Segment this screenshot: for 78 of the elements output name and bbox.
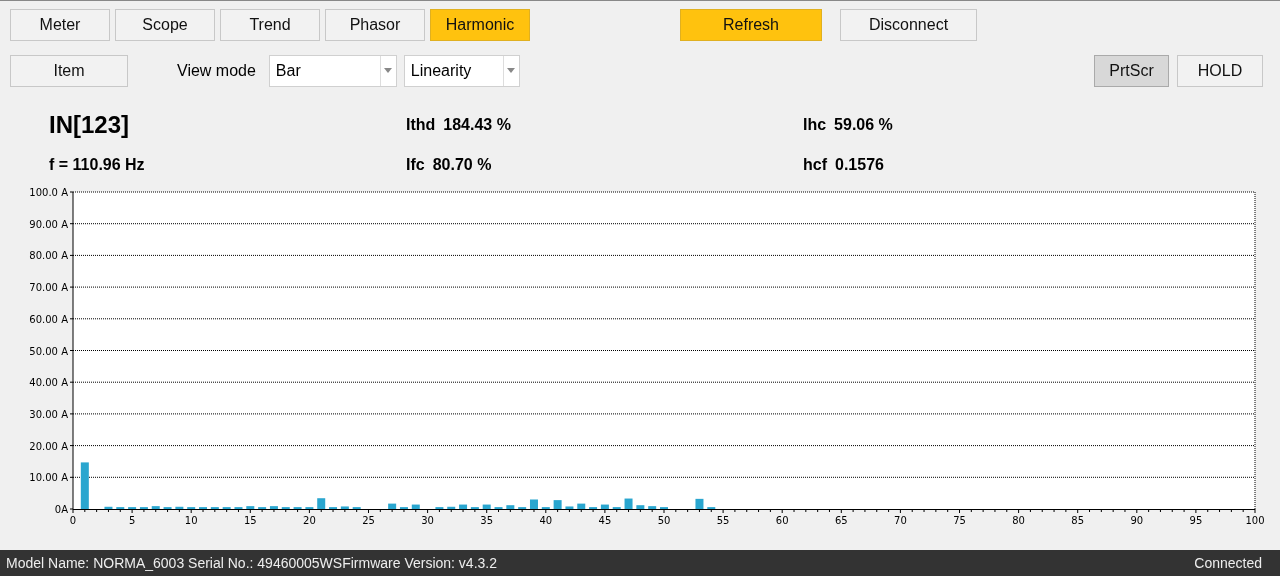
bar <box>447 506 456 509</box>
axis-label: 20 <box>303 515 316 526</box>
bar <box>411 504 420 509</box>
bar <box>482 504 491 509</box>
item-button[interactable]: Item <box>10 54 128 87</box>
dropdown-arrow-icon <box>507 68 516 73</box>
axis-label: 70 <box>894 515 907 526</box>
tab[interactable]: Scope <box>115 9 215 41</box>
axis-label: 50 <box>657 515 671 526</box>
axis-label: 45 <box>598 515 612 526</box>
device-info: Model Name: NORMA_6003 Serial No.: 49460005WSFirmware Version: v4.3.2 <box>6 553 497 573</box>
axis-label: 35 <box>480 515 494 526</box>
axis-label: 100 <box>1245 515 1265 526</box>
axis-label: 30 <box>421 515 434 526</box>
frequency-reading: f = 110.96 Hz <box>49 155 146 175</box>
bar <box>317 498 326 509</box>
axis-label: 5 <box>128 515 136 526</box>
metric-reading: Ithd 184.43 % <box>406 115 512 135</box>
bar <box>636 505 645 509</box>
axis-label: 70.00 A <box>29 282 68 294</box>
tab[interactable]: Harmonic <box>430 9 530 41</box>
axis-label: 10.00 A <box>29 472 68 484</box>
axis-label: 90 <box>1130 515 1144 526</box>
disconnect-button[interactable]: Disconnect <box>840 9 977 41</box>
axis-label: 30.00 A <box>29 408 68 420</box>
tab[interactable]: Meter <box>10 9 110 41</box>
axis-label: 80 <box>1012 515 1025 526</box>
axis-label: 75 <box>953 515 966 526</box>
axis-label: 0 <box>69 515 77 526</box>
dropdown[interactable]: Bar <box>268 54 397 87</box>
bar <box>506 505 515 509</box>
bar <box>577 503 586 509</box>
bar <box>459 504 468 509</box>
bar <box>648 506 657 509</box>
tab[interactable]: Trend <box>220 9 320 41</box>
bar <box>340 506 349 509</box>
axis-label: 40 <box>539 515 553 526</box>
print-screen-button[interactable]: PrtScr <box>1094 54 1169 87</box>
axis-label: 25 <box>362 515 375 526</box>
metric-reading: hcf 0.1576 <box>803 155 885 175</box>
axis-label: 40.00 A <box>29 377 68 389</box>
axis-label: 60.00 A <box>29 313 68 325</box>
bar <box>388 503 397 509</box>
axis-label: 60 <box>775 515 789 526</box>
axis-label: 20.00 A <box>29 440 68 452</box>
metric-reading: Ihc 59.06 % <box>803 115 894 135</box>
bar <box>624 498 633 509</box>
bar <box>553 500 562 509</box>
bar <box>104 506 113 509</box>
bar <box>269 506 278 509</box>
bar <box>695 498 704 509</box>
axis-label: 100.0 A <box>29 187 68 198</box>
bar <box>246 506 255 509</box>
axis-label: 95 <box>1189 515 1203 526</box>
refresh-button[interactable]: Refresh <box>680 9 822 41</box>
connection-status: Connected <box>1194 553 1262 573</box>
axis-label: 10 <box>184 515 198 526</box>
bar <box>600 504 609 509</box>
dropdown[interactable]: Linearity <box>403 54 520 87</box>
axis-label: 65 <box>834 515 848 526</box>
bar <box>80 462 89 509</box>
axis-label: 90.00 A <box>29 218 68 230</box>
metric-reading: Ifc 80.70 % <box>406 155 493 175</box>
hold-button[interactable]: HOLD <box>1177 54 1263 87</box>
bar <box>175 506 184 509</box>
channel-title: IN[123] <box>49 110 131 140</box>
axis-label: 80.00 A <box>29 250 68 262</box>
dropdown-arrow-icon <box>384 68 393 73</box>
bar <box>565 506 574 509</box>
tab[interactable]: Phasor <box>325 9 425 41</box>
view-mode-label: View mode <box>177 60 256 81</box>
axis-label: 55 <box>716 515 730 526</box>
bar <box>530 499 538 509</box>
axis-label: 15 <box>243 515 257 526</box>
axis-label: 85 <box>1071 515 1085 526</box>
bar <box>151 506 160 509</box>
axis-label: 0A <box>54 504 68 515</box>
axis-label: 50.00 A <box>29 345 68 357</box>
